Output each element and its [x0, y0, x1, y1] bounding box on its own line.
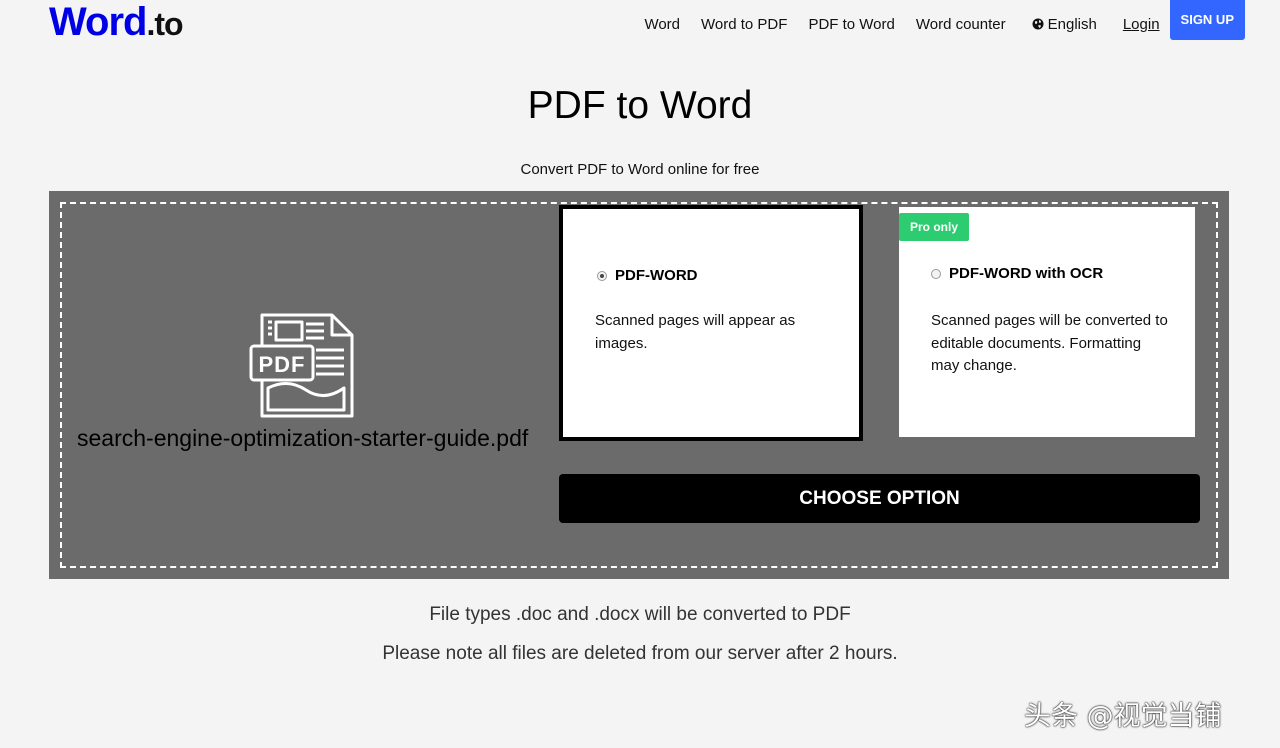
nav-item-word-to-pdf[interactable]: Word to PDF: [701, 16, 787, 33]
file-types-note: File types .doc and .docx will be conver…: [429, 604, 851, 625]
pdf-document-icon: PDF: [249, 313, 354, 418]
choose-option-button[interactable]: CHOOSE OPTION: [559, 474, 1200, 523]
option-card-pdf-word-ocr[interactable]: Pro only PDF-WORD with OCR Scanned pages…: [899, 207, 1195, 437]
top-nav: Word Word to PDF PDF to Word Word counte…: [623, 0, 1245, 40]
option-card-pdf-word[interactable]: PDF-WORD Scanned pages will appear as im…: [559, 205, 863, 441]
option-label: PDF-WORD: [615, 267, 698, 284]
radio-pdf-word-ocr[interactable]: [931, 268, 941, 279]
deletion-note: Please note all files are deleted from o…: [382, 643, 898, 664]
page-title: PDF to Word: [527, 84, 753, 127]
radio-pdf-word[interactable]: [597, 270, 607, 281]
watermark: 头条 @视觉当铺: [1024, 701, 1222, 732]
option-label: PDF-WORD with OCR: [949, 265, 1104, 282]
upload-panel: PDF search-engine-optimization-starter-g…: [49, 191, 1229, 579]
page-subtitle: Convert PDF to Word online for free: [520, 161, 760, 178]
option-description: Scanned pages will be converted to edita…: [931, 312, 1168, 374]
globe-icon: [1032, 18, 1044, 30]
pdf-icon-text: PDF: [259, 352, 306, 377]
login-link[interactable]: Login: [1123, 16, 1160, 33]
option-pdf-word-ocr[interactable]: PDF-WORD with OCR: [931, 265, 1103, 282]
language-label: English: [1047, 15, 1097, 33]
option-description: Scanned pages will appear as images.: [595, 312, 796, 352]
nav-item-word-counter[interactable]: Word counter: [916, 16, 1006, 33]
signup-button[interactable]: SIGN UP: [1169, 0, 1245, 40]
pro-only-badge: Pro only: [899, 213, 970, 241]
logo-brand: Word: [49, 0, 147, 44]
nav-item-word[interactable]: Word: [644, 16, 680, 33]
nav-item-pdf-to-word[interactable]: PDF to Word: [808, 16, 894, 33]
logo[interactable]: Word.to: [49, 0, 184, 46]
option-pdf-word[interactable]: PDF-WORD: [597, 267, 698, 284]
file-name: search-engine-optimization-starter-guide…: [77, 425, 529, 451]
logo-tld: .to: [146, 6, 183, 42]
language-selector[interactable]: English: [1032, 16, 1097, 33]
